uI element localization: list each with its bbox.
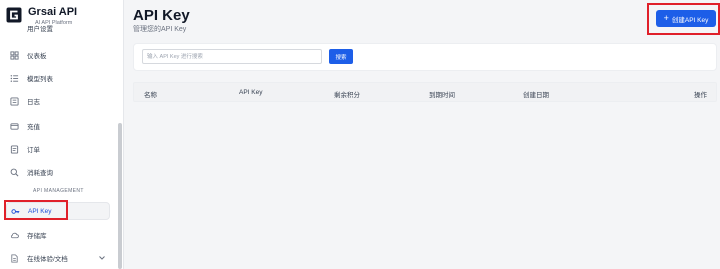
section-label-api-management: API MANAGEMENT (33, 188, 84, 194)
sidebar-scrollbar[interactable] (118, 123, 122, 269)
sidebar-item-label: 用户设置 (27, 26, 53, 33)
plus-icon: + (663, 13, 669, 23)
chevron-down-icon[interactable] (98, 254, 106, 262)
sidebar: Grsai API AI API Platform 用户设置 仪表板 模型列表 … (0, 0, 124, 269)
create-api-key-button[interactable]: + 创建API Key (656, 10, 716, 27)
create-api-key-label: 创建API Key (671, 16, 709, 24)
sidebar-item-usage-query[interactable]: 消耗查询 (6, 163, 110, 181)
dashboard-icon (9, 50, 19, 60)
document-icon (9, 253, 19, 263)
sidebar-item-label: 在线体验/文档 (27, 256, 68, 263)
sidebar-item-label: 日志 (27, 99, 40, 106)
column-header-expiry: 到期时间 (429, 92, 455, 99)
sidebar-item-online-docs[interactable]: 在线体验/文档 (6, 249, 110, 267)
column-header-api-key: API Key (239, 89, 263, 96)
search-button[interactable]: 搜索 (329, 49, 353, 64)
key-icon (10, 206, 20, 216)
sidebar-item-logs[interactable]: 日志 (6, 92, 110, 110)
log-icon (9, 96, 19, 106)
grsai-logo (6, 7, 22, 23)
api-key-table: 名称 API Key 剩余积分 到期时间 创建日期 操作 (133, 82, 717, 102)
page-subtitle: 管理您的API Key (133, 26, 187, 33)
sidebar-item-label: 订单 (27, 147, 40, 154)
order-icon (9, 144, 19, 154)
column-header-remaining-credits: 剩余积分 (334, 92, 360, 99)
wallet-icon (9, 121, 19, 131)
user-icon (9, 26, 19, 36)
sidebar-item-models[interactable]: 模型列表 (6, 69, 110, 87)
search-input[interactable] (142, 49, 322, 64)
page-title: API Key (133, 7, 190, 24)
list-icon (9, 73, 19, 83)
sidebar-item-label: 模型列表 (27, 76, 53, 83)
column-header-actions: 操作 (694, 92, 707, 99)
sidebar-item-label: 存储库 (27, 233, 47, 240)
search-card: 搜索 (133, 43, 717, 71)
column-header-name: 名称 (144, 92, 157, 99)
sidebar-item-label: 消耗查询 (27, 170, 53, 177)
sidebar-item-label: API Key (28, 207, 52, 215)
column-header-created-date: 创建日期 (523, 92, 549, 99)
sidebar-item-orders[interactable]: 订单 (6, 140, 110, 158)
search-icon (9, 167, 19, 177)
cloud-icon (9, 230, 19, 240)
sidebar-item-label: 仪表板 (27, 53, 47, 60)
sidebar-item-label: 充值 (27, 124, 40, 131)
sidebar-item-api-key[interactable]: API Key (6, 202, 110, 220)
sidebar-item-recharge[interactable]: 充值 (6, 117, 110, 135)
sidebar-item-user-settings[interactable]: 用户设置 (6, 24, 110, 38)
sidebar-item-storage[interactable]: 存储库 (6, 226, 110, 244)
sidebar-item-dashboard[interactable]: 仪表板 (6, 46, 110, 64)
brand-title: Grsai API (28, 6, 78, 18)
